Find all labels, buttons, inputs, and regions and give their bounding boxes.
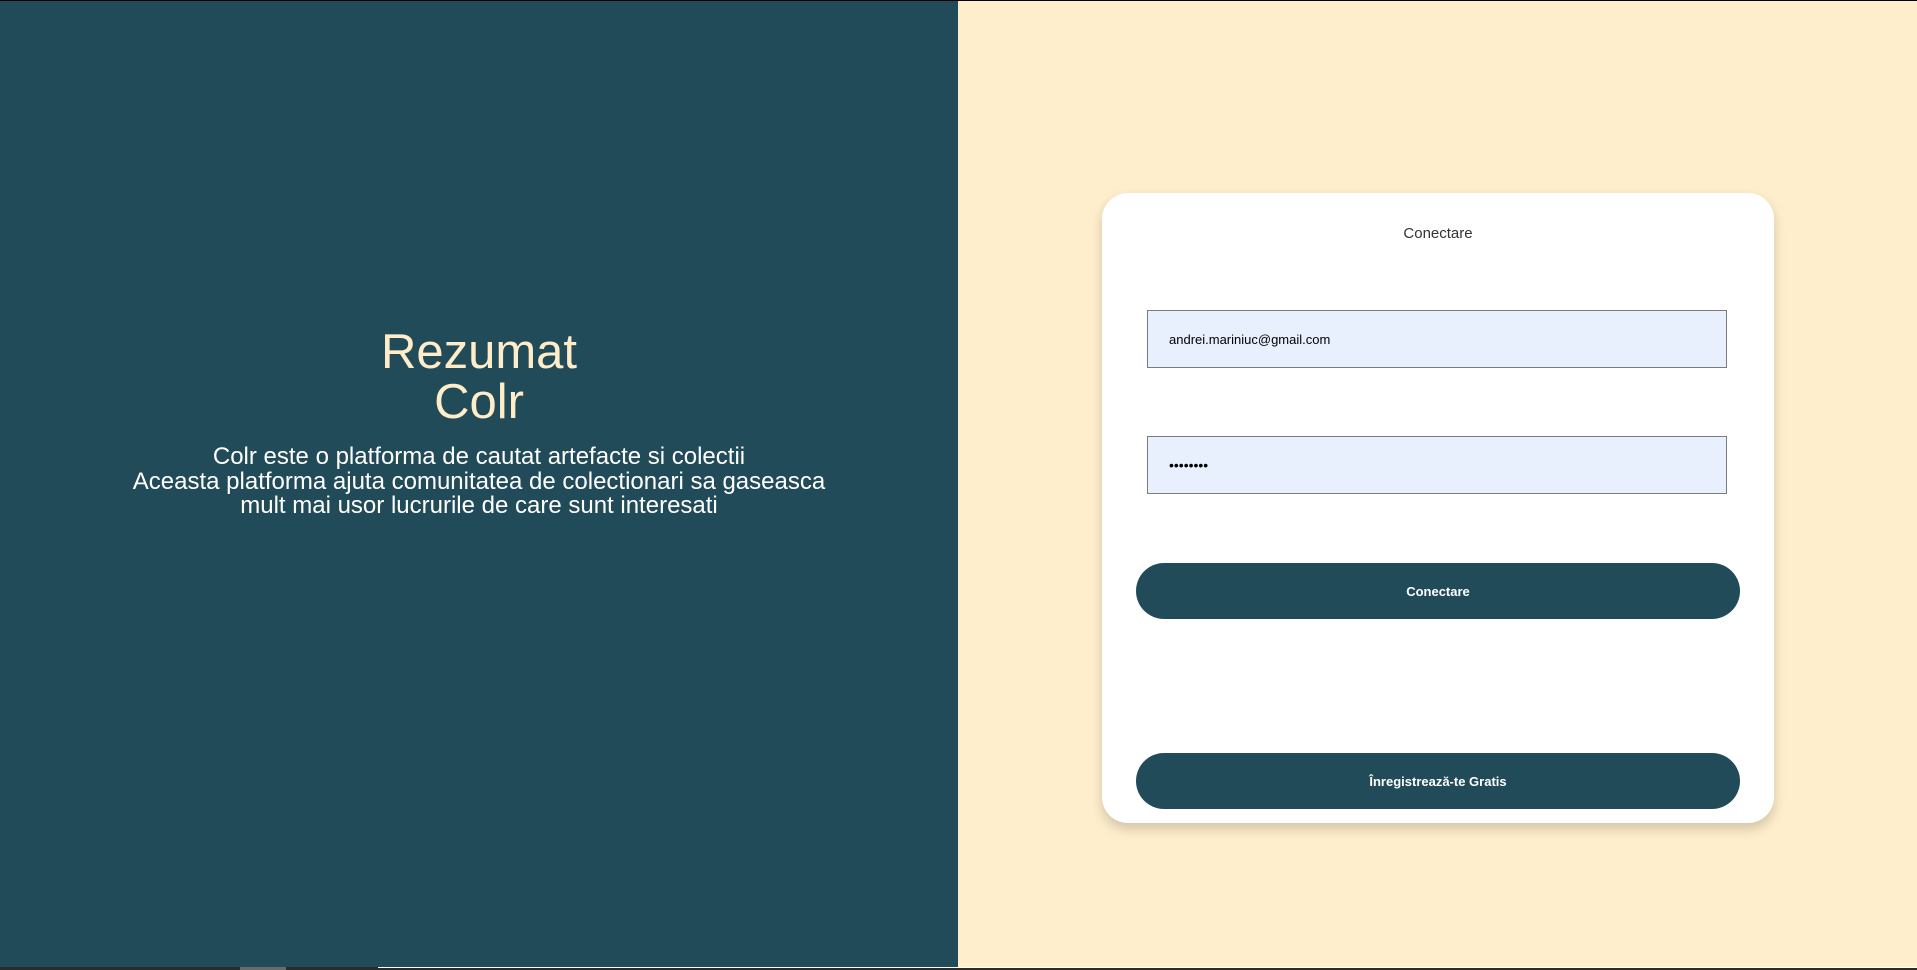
page: Rezumat Colr Colr este o platforma de ca… bbox=[0, 0, 1917, 970]
login-title: Conectare bbox=[1403, 225, 1473, 242]
description-line: Colr este o platforma de cautat artefact… bbox=[212, 443, 746, 471]
login-card: Conectare Conectare Înregistrează-te Gra… bbox=[1102, 193, 1774, 823]
description-line: mult mai usor lucrurile de care sunt int… bbox=[240, 492, 718, 520]
login-panel: Conectare Conectare Înregistrează-te Gra… bbox=[958, 1, 1917, 967]
platform-description: Colr este o platforma de cautat artefact… bbox=[133, 445, 825, 519]
login-button[interactable]: Conectare bbox=[1136, 563, 1740, 619]
brand-title-line-2: Colr bbox=[434, 375, 524, 430]
brand-title-line-1: Rezumat bbox=[380, 325, 578, 380]
brand-title: Rezumat Colr bbox=[381, 327, 577, 427]
divider bbox=[378, 967, 1917, 968]
about-panel: Rezumat Colr Colr este o platforma de ca… bbox=[0, 1, 958, 967]
password-input[interactable] bbox=[1147, 436, 1727, 494]
description-line: Aceasta platforma ajuta comunitatea de c… bbox=[132, 467, 826, 495]
email-input[interactable] bbox=[1147, 310, 1727, 368]
register-button[interactable]: Înregistrează-te Gratis bbox=[1136, 753, 1740, 809]
